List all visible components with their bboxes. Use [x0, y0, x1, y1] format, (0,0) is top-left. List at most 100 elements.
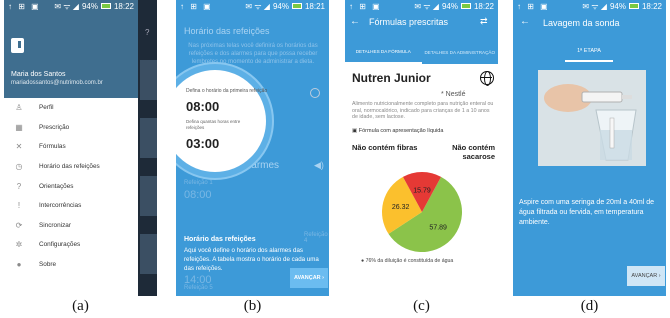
- question-icon: ?: [16, 181, 22, 191]
- no-fiber-label: Não contém fibras: [352, 143, 418, 152]
- user-name: Maria dos Santos: [11, 71, 66, 78]
- battery-icon: [460, 3, 471, 9]
- screen-navigation-drawer: ? ↑ ⊞ ▣ ✉ ᯤ ◢ 94% 18:22 Maria dos Santos m…: [4, 0, 157, 296]
- menu-item-label: Orientações: [39, 182, 74, 190]
- background-card: [140, 176, 157, 216]
- interval-label: Defina quantas horas entre refeições: [186, 119, 241, 130]
- tab-administration-details[interactable]: DETALHES DA ADMINISTRAÇÃO: [422, 42, 499, 64]
- help-icon[interactable]: ?: [145, 28, 149, 37]
- status-icons: ✉ ᯤ ◢: [582, 1, 607, 11]
- status-bar: ↑ ⊞ ▣ ✉ ᯤ ◢ 94% 18:22: [345, 0, 498, 12]
- meal-time: 08:00: [184, 189, 212, 201]
- drawer-header: ↑ ⊞ ▣ ✉ ᯤ ◢ 94% 18:22 Maria dos Santos mar…: [4, 0, 138, 98]
- interval-time-input[interactable]: 03:00: [186, 136, 219, 151]
- calendar-icon: ▦: [15, 122, 23, 132]
- menu-item[interactable]: ! Intercorrências: [4, 196, 138, 216]
- background-card: [140, 60, 157, 100]
- menu-item[interactable]: ▦ Prescrição: [4, 118, 138, 138]
- menu-item[interactable]: ◷ Horário das refeições: [4, 157, 138, 177]
- next-button[interactable]: AVANÇAR ›: [627, 266, 665, 286]
- drawer-menu: ♙ Perfil ▦ Prescrição ✕ Fórmulas ◷ Horário das …: [4, 98, 138, 274]
- syringe-illustration: [538, 70, 646, 166]
- alarm-icon: [310, 88, 320, 98]
- page-title: Lavagem da sonda: [543, 18, 620, 28]
- alert-icon: !: [17, 201, 21, 211]
- sync-icon: ⟳: [15, 220, 23, 230]
- product-description: Alimento nutricionalmente completo para …: [352, 101, 494, 121]
- page-title: Horário das refeições: [184, 26, 270, 36]
- navigation-drawer: ↑ ⊞ ▣ ✉ ᯤ ◢ 94% 18:22 Maria dos Santos mar…: [4, 0, 138, 296]
- clock-icon: ◷: [15, 162, 23, 172]
- cutlery-icon: ✕: [15, 142, 23, 152]
- bottle-icon: ▣: [352, 128, 358, 134]
- status-icons: ✉ ᯤ ◢: [414, 1, 439, 11]
- app-logo-icon: [11, 38, 24, 53]
- screen-formulas: ↑ ⊞ ▣ ✉ ᯤ ◢ 94% 18:22 ← Fórmulas prescrita…: [345, 0, 498, 296]
- meal-label: Refeição 1: [184, 180, 213, 186]
- menu-item-label: Prescrição: [39, 123, 70, 131]
- battery-level: 94%: [609, 1, 626, 11]
- battery-level: 94%: [272, 1, 289, 11]
- page-title: Fórmulas prescritas: [369, 17, 449, 27]
- dilution-note: ● 76% da diluição é constituída de água: [361, 258, 453, 264]
- instruction-text: Aspire com uma seringa de 20ml a 40ml de…: [519, 199, 655, 226]
- menu-item-label: Perfil: [39, 104, 54, 112]
- battery-level: 94%: [81, 1, 98, 11]
- menu-item[interactable]: ✲ Configurações: [4, 235, 138, 255]
- menu-item-label: Sincronizar: [39, 221, 71, 229]
- background-card: [140, 118, 157, 158]
- status-icons: ✉ ᯤ ◢: [245, 1, 270, 11]
- globe-icon[interactable]: [480, 71, 494, 86]
- back-arrow-icon[interactable]: ←: [350, 16, 360, 27]
- pie-slice-label: 15.79: [413, 188, 431, 195]
- menu-item-label: Configurações: [39, 241, 81, 249]
- status-left-icons: ↑ ⊞ ▣: [349, 1, 382, 11]
- status-icons: ✉ ᯤ ◢: [54, 1, 79, 11]
- tab-bar: DETALHES DA FÓRMULA DETALHES DA ADMINIST…: [345, 42, 498, 64]
- next-button[interactable]: AVANÇAR ›: [290, 268, 328, 288]
- menu-item-label: Intercorrências: [39, 202, 82, 210]
- status-bar: ↑ ⊞ ▣ ✉ ᯤ ◢ 94% 18:21: [176, 0, 329, 12]
- syringe-photo: [538, 70, 646, 166]
- caption-b: (b): [243, 298, 262, 314]
- status-left-icons: ↑ ⊞ ▣: [180, 1, 213, 11]
- info-icon: ●: [16, 260, 22, 270]
- caption-a: (a): [72, 298, 89, 314]
- battery-icon: [100, 3, 111, 9]
- product-name: Nutren Junior: [352, 71, 431, 85]
- menu-item[interactable]: ? Orientações: [4, 176, 138, 196]
- swap-icon[interactable]: ⇄: [480, 16, 488, 27]
- clock: 18:21: [304, 1, 325, 11]
- meal-label: Refeição 5: [184, 285, 213, 291]
- pie-slice-label: 26.32: [392, 204, 410, 211]
- tooltip-title: Horário das refeições: [184, 236, 256, 243]
- tab-formula-details[interactable]: DETALHES DA FÓRMULA: [345, 42, 422, 64]
- liquid-formula-note: ▣ Fórmula com apresentação líquida: [352, 128, 443, 134]
- battery-level: 94%: [441, 1, 458, 11]
- first-meal-time-input[interactable]: 08:00: [186, 99, 219, 114]
- no-sucrose-label: Não contém sacarose: [452, 143, 495, 161]
- back-arrow-icon[interactable]: ←: [520, 16, 530, 27]
- menu-item-label: Fórmulas: [39, 143, 66, 151]
- status-left-icons: ↑ ⊞ ▣: [8, 1, 41, 11]
- tab-step-1[interactable]: 1ª ETAPA: [565, 42, 613, 62]
- caption-d: (d): [580, 298, 599, 314]
- caption-c: (c): [413, 298, 430, 314]
- clock: 18:22: [473, 1, 494, 11]
- menu-item[interactable]: ✕ Fórmulas: [4, 137, 138, 157]
- first-meal-label: Defina o horário da primeira refeição: [186, 88, 268, 94]
- battery-icon: [628, 3, 639, 9]
- app-bar: ↑ ⊞ ▣ ✉ ᯤ ◢ 94% 18:22 ← Fórmulas prescrita…: [345, 0, 498, 42]
- menu-item[interactable]: ⟳ Sincronizar: [4, 216, 138, 236]
- product-brand: * Nestlé: [441, 91, 466, 98]
- composition-pie-chart: 57.89 26.32 15.79: [382, 172, 462, 252]
- menu-item[interactable]: ● Sobre: [4, 255, 138, 275]
- menu-item[interactable]: ♙ Perfil: [4, 98, 138, 118]
- user-email: mariadossantos@nutrimob.com.br: [11, 80, 103, 86]
- status-bar: ↑ ⊞ ▣ ✉ ᯤ ◢ 94% 18:22: [4, 0, 138, 12]
- liquid-label: Fórmula com apresentação líquida: [358, 128, 444, 134]
- volume-icon[interactable]: ◀): [314, 160, 324, 171]
- status-bar: ↑ ⊞ ▣ ✉ ᯤ ◢ 94% 18:22: [513, 0, 666, 12]
- status-left-icons: ↑ ⊞ ▣: [517, 1, 550, 11]
- app-bar: ↑ ⊞ ▣ ✉ ᯤ ◢ 94% 18:22 ← Lavagem da sonda: [513, 0, 666, 42]
